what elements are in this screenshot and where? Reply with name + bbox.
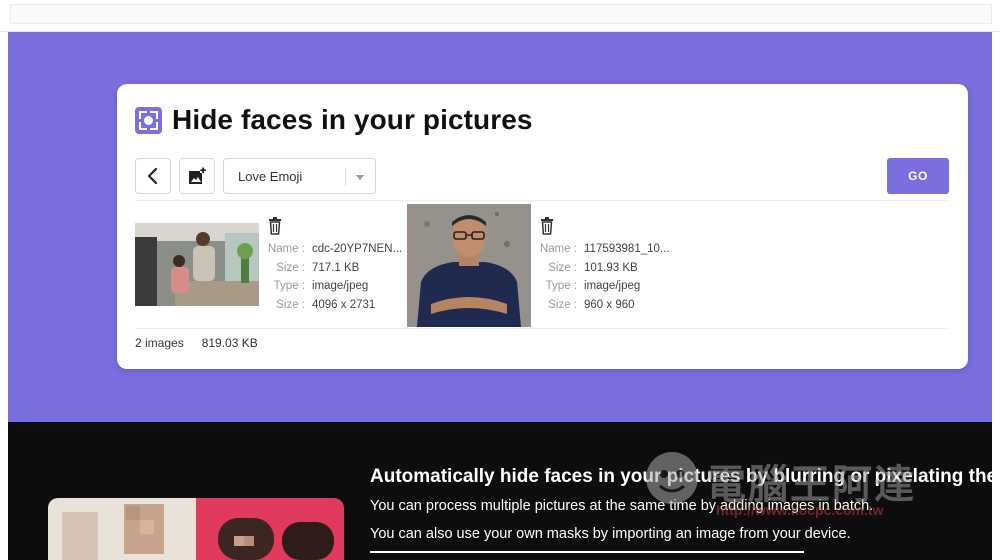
trash-icon[interactable] <box>539 217 555 235</box>
file-name: 117593981_10... <box>584 243 670 255</box>
add-image-icon <box>189 167 206 184</box>
type-label: Type : <box>273 280 305 292</box>
file-name: cdc-20YP7NEN... <box>312 243 403 255</box>
dimensions-label: Size : <box>276 298 305 311</box>
mask-style-value: Love Emoji <box>238 169 303 184</box>
mascot-icon <box>646 452 698 504</box>
image-count: 2 images <box>135 336 184 350</box>
card-header: Hide faces in your pictures <box>135 104 533 136</box>
mask-style-select[interactable]: Love Emoji <box>223 158 376 194</box>
type-label: Type : <box>545 280 577 292</box>
toolbar: Love Emoji GO <box>135 158 950 194</box>
image-metadata: Name : 117593981_10... Size : 101.93 KB Ty… <box>537 240 670 314</box>
caret-down-icon[interactable] <box>356 175 364 180</box>
browser-toolbar <box>10 4 992 24</box>
image-dimensions: 4096 x 2731 <box>312 298 376 311</box>
select-separator <box>345 168 346 186</box>
size-label: Size : <box>276 261 305 274</box>
total-size: 819.03 KB <box>201 336 258 350</box>
example-photo <box>48 498 344 560</box>
dimensions-label: Size : <box>548 298 577 311</box>
file-type: image/jpeg <box>312 280 369 292</box>
hide-faces-card: Hide faces in your pictures Love Emoji G… <box>117 84 968 369</box>
name-label: Name : <box>267 243 305 255</box>
images-summary: 2 images 819.03 KB <box>135 336 258 350</box>
divider <box>370 551 804 553</box>
file-size: 717.1 KB <box>312 261 360 274</box>
size-label: Size : <box>548 261 577 274</box>
page-title: Hide faces in your pictures <box>172 104 533 135</box>
image-dimensions: 960 x 960 <box>584 298 635 311</box>
browser-chrome <box>0 0 1000 32</box>
image-metadata: Name : cdc-20YP7NEN... Size : 717.1 KB Typ… <box>265 240 402 314</box>
trash-icon[interactable] <box>267 217 283 235</box>
name-label: Name : <box>539 243 577 255</box>
chevron-left-icon <box>147 167 158 185</box>
image-item: Name : 117593981_10... Size : 101.93 KB Ty… <box>407 204 679 327</box>
face-detect-logo-icon <box>135 106 162 134</box>
image-item: Name : cdc-20YP7NEN... Size : 717.1 KB Typ… <box>135 204 407 327</box>
image-thumbnail <box>135 223 259 306</box>
file-type: image/jpeg <box>584 280 641 292</box>
file-size: 101.93 KB <box>584 261 638 274</box>
add-image-button[interactable] <box>179 158 215 194</box>
feature-description: You can also use your own masks by impor… <box>370 526 851 542</box>
site-watermark: 電腦王阿達 http://www.kocpc.com.tw <box>632 430 972 526</box>
divider <box>135 328 950 329</box>
divider <box>135 200 950 201</box>
back-button[interactable] <box>135 158 171 194</box>
image-thumbnail <box>407 204 531 327</box>
watermark-url: http://www.kocpc.com.tw <box>716 502 884 518</box>
go-button[interactable]: GO <box>887 158 949 194</box>
